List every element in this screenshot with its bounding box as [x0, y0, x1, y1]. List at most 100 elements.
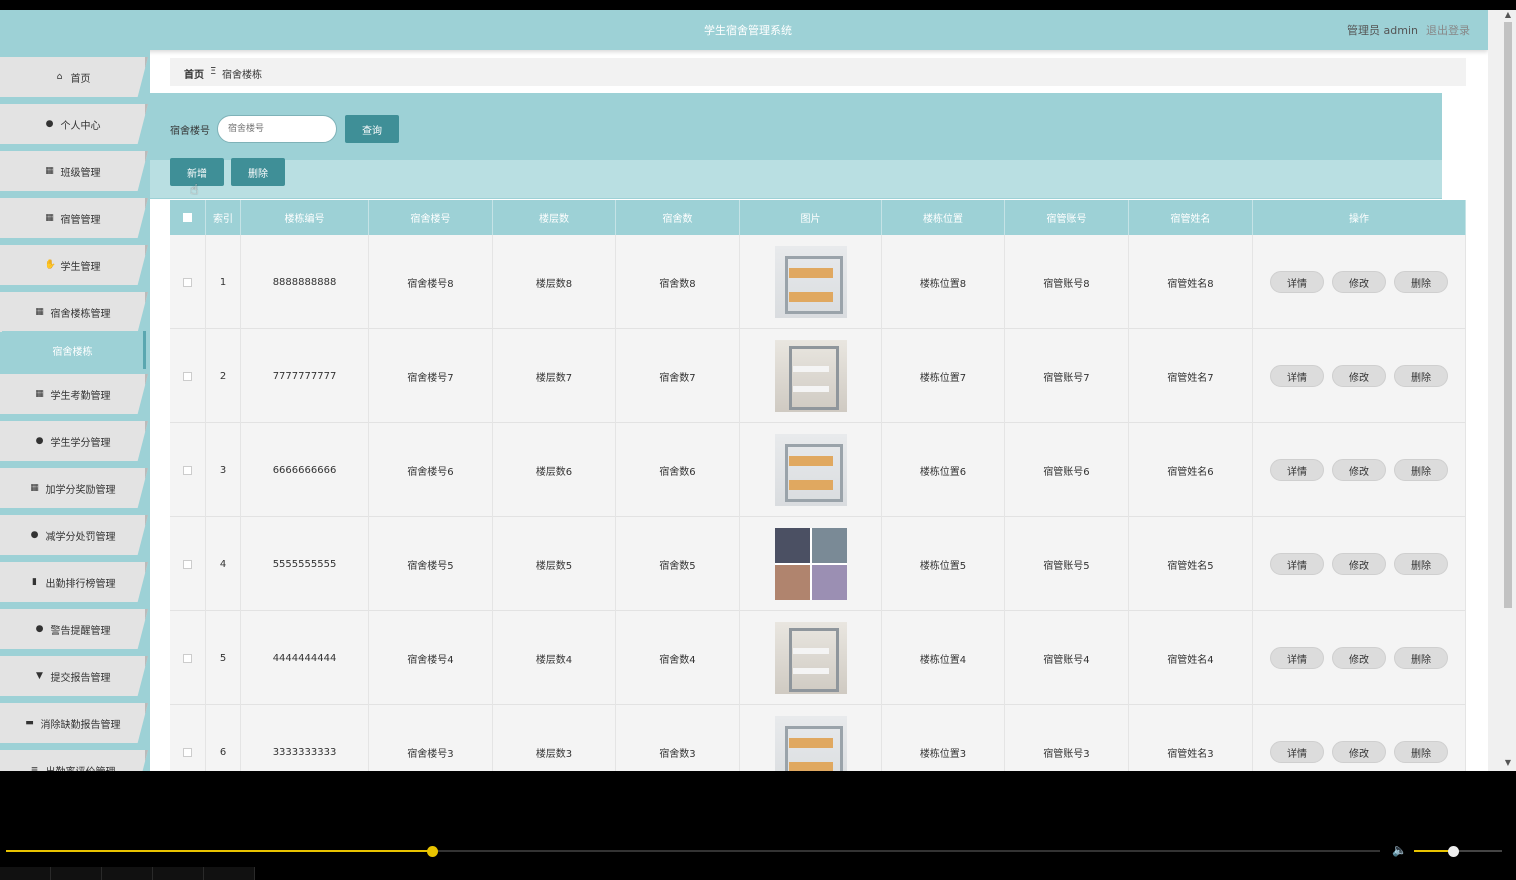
sidebar-item[interactable]: ● 个人中心: [0, 104, 148, 144]
cell-index: 4: [206, 517, 241, 611]
sidebar-item[interactable]: ▦ 班级管理: [0, 151, 148, 191]
volume-knob[interactable]: [1448, 846, 1459, 857]
delete-selected-button[interactable]: 删除: [231, 158, 285, 186]
breadcrumb-home[interactable]: 首页: [184, 66, 204, 81]
sidebar-item[interactable]: ▦ 学生考勤管理: [0, 374, 148, 414]
scroll-down-icon[interactable]: ▼: [1502, 758, 1514, 770]
delete-button[interactable]: 删除: [1394, 271, 1448, 293]
sidebar-item[interactable]: ▦ 宿舍楼栋管理: [0, 292, 148, 332]
player-control-slot[interactable]: [51, 867, 102, 880]
sidebar-item-label: 加学分奖励管理: [45, 484, 116, 496]
player-controls: [0, 867, 256, 880]
home-icon: ⌂: [56, 72, 63, 82]
edit-button[interactable]: 修改: [1332, 459, 1386, 481]
cell-location: 楼栋位置5: [882, 517, 1005, 611]
image-cell: [740, 235, 882, 329]
monitor-icon: ▬: [25, 718, 34, 728]
sidebar-item[interactable]: ▦ 宿管管理: [0, 198, 148, 238]
sidebar-item[interactable]: ▦ 加学分奖励管理: [0, 468, 148, 508]
edit-button[interactable]: 修改: [1332, 741, 1386, 763]
row-checkbox[interactable]: [183, 653, 192, 663]
sidebar-item[interactable]: ▬ 消除缺勤报告管理: [0, 703, 148, 743]
detail-button[interactable]: 详情: [1270, 459, 1324, 481]
detail-button[interactable]: 详情: [1270, 365, 1324, 387]
search-label: 宿舍楼号: [170, 126, 210, 137]
cell-location: 楼栋位置4: [882, 611, 1005, 705]
app-header: 学生宿舍管理系统 管理员 admin 退出登录: [0, 10, 1488, 50]
bunk-bed-photo[interactable]: [774, 716, 847, 771]
delete-button[interactable]: 删除: [1394, 459, 1448, 481]
query-button[interactable]: 查询: [345, 115, 399, 143]
scroll-thumb[interactable]: [1504, 22, 1512, 608]
sidebar-item-label: 个人中心: [60, 120, 101, 132]
bunk-room-photo[interactable]: [774, 622, 847, 694]
image-cell: [740, 611, 882, 705]
grid-icon: ▦: [45, 213, 54, 223]
row-checkbox[interactable]: [183, 747, 192, 757]
cell-name: 宿管姓名8: [1129, 235, 1253, 329]
cell-floors: 楼层数7: [493, 329, 616, 423]
detail-button[interactable]: 详情: [1270, 271, 1324, 293]
sidebar-item-label: 宿管管理: [60, 214, 101, 226]
sidebar-item[interactable]: ≡出勤率评价管理: [0, 750, 148, 771]
sidebar-item[interactable]: ● 减学分处罚管理: [0, 515, 148, 555]
seek-progress: [6, 850, 432, 852]
cell-code: 3333333333: [241, 705, 369, 771]
row-checkbox[interactable]: [183, 277, 192, 287]
actions-cell: 详情 修改 删除: [1253, 423, 1466, 517]
bunk-bed-photo[interactable]: [774, 246, 847, 318]
sidebar-item[interactable]: ▮ 出勤排行榜管理: [0, 562, 148, 602]
sidebar-subitem-active[interactable]: 宿舍楼栋: [2, 331, 146, 369]
image-cell: [740, 423, 882, 517]
detail-button[interactable]: 详情: [1270, 553, 1324, 575]
edit-button[interactable]: 修改: [1332, 365, 1386, 387]
detail-button[interactable]: 详情: [1270, 647, 1324, 669]
edit-button[interactable]: 修改: [1332, 271, 1386, 293]
edit-button[interactable]: 修改: [1332, 553, 1386, 575]
detail-button[interactable]: 详情: [1270, 741, 1324, 763]
delete-button[interactable]: 删除: [1394, 741, 1448, 763]
row-checkbox[interactable]: [183, 371, 192, 381]
cell-rooms: 宿舍数3: [616, 705, 740, 771]
edit-button[interactable]: 修改: [1332, 647, 1386, 669]
column-header: 楼栋位置: [882, 200, 1005, 235]
select-all-checkbox[interactable]: [170, 200, 206, 235]
delete-button[interactable]: 删除: [1394, 553, 1448, 575]
sidebar-item[interactable]: ● 警告提醒管理: [0, 609, 148, 649]
row-checkbox[interactable]: [183, 559, 192, 569]
room-collage-photo[interactable]: [774, 528, 847, 600]
bunk-bed-photo[interactable]: [774, 434, 847, 506]
sidebar-item[interactable]: ● 学生学分管理: [0, 421, 148, 461]
checkbox-icon[interactable]: [183, 213, 192, 222]
player-control-slot[interactable]: [204, 867, 255, 880]
sidebar-item[interactable]: ▼ 提交报告管理: [0, 656, 148, 696]
table-row: 6 3333333333 宿舍楼号3 楼层数3 宿舍数3 楼栋位置3 宿管账号3 宿管姓名3 详…: [170, 705, 1466, 771]
delete-button[interactable]: 删除: [1394, 647, 1448, 669]
bunk-room-photo[interactable]: [774, 340, 847, 412]
image-cell: [740, 705, 882, 771]
sidebar-item-label: 班级管理: [60, 167, 101, 179]
cell-rooms: 宿舍数6: [616, 423, 740, 517]
player-control-slot[interactable]: [0, 867, 51, 880]
volume-icon[interactable]: 🔈: [1392, 843, 1407, 857]
hand-icon: ✋: [44, 260, 56, 270]
delete-button[interactable]: 删除: [1394, 365, 1448, 387]
mouse-pointer-icon: ☝: [190, 182, 199, 198]
cell-index: 6: [206, 705, 241, 771]
row-checkbox-cell: [170, 329, 206, 423]
scroll-up-icon[interactable]: ▲: [1502, 10, 1514, 22]
search-input[interactable]: [217, 115, 337, 143]
sidebar-item[interactable]: ✋ 学生管理: [0, 245, 148, 285]
seek-knob[interactable]: [427, 846, 438, 857]
player-control-slot[interactable]: [102, 867, 153, 880]
app-title: 学生宿舍管理系统: [704, 24, 792, 37]
sidebar: ⌂ 首页 ● 个人中心 ▦ 班级管理 ▦ 宿管管理 ✋ 学生管理 ▦ 宿舍楼栋管理 宿舍楼栋 ▦ 学生考勤管…: [0, 50, 150, 771]
cell-name: 宿管姓名4: [1129, 611, 1253, 705]
table-header: 索引 楼栋编号 宿舍楼号 楼层数 宿舍数 图片 楼栋位置 宿管账号 宿管姓名 操作: [170, 200, 1466, 235]
logout-link[interactable]: 退出登录: [1426, 22, 1470, 38]
sidebar-item[interactable]: ⌂ 首页: [0, 57, 148, 97]
player-control-slot[interactable]: [153, 867, 204, 880]
breadcrumb-separator: Ξ: [210, 66, 217, 77]
row-checkbox[interactable]: [183, 465, 192, 475]
column-header: 宿舍数: [616, 200, 740, 235]
